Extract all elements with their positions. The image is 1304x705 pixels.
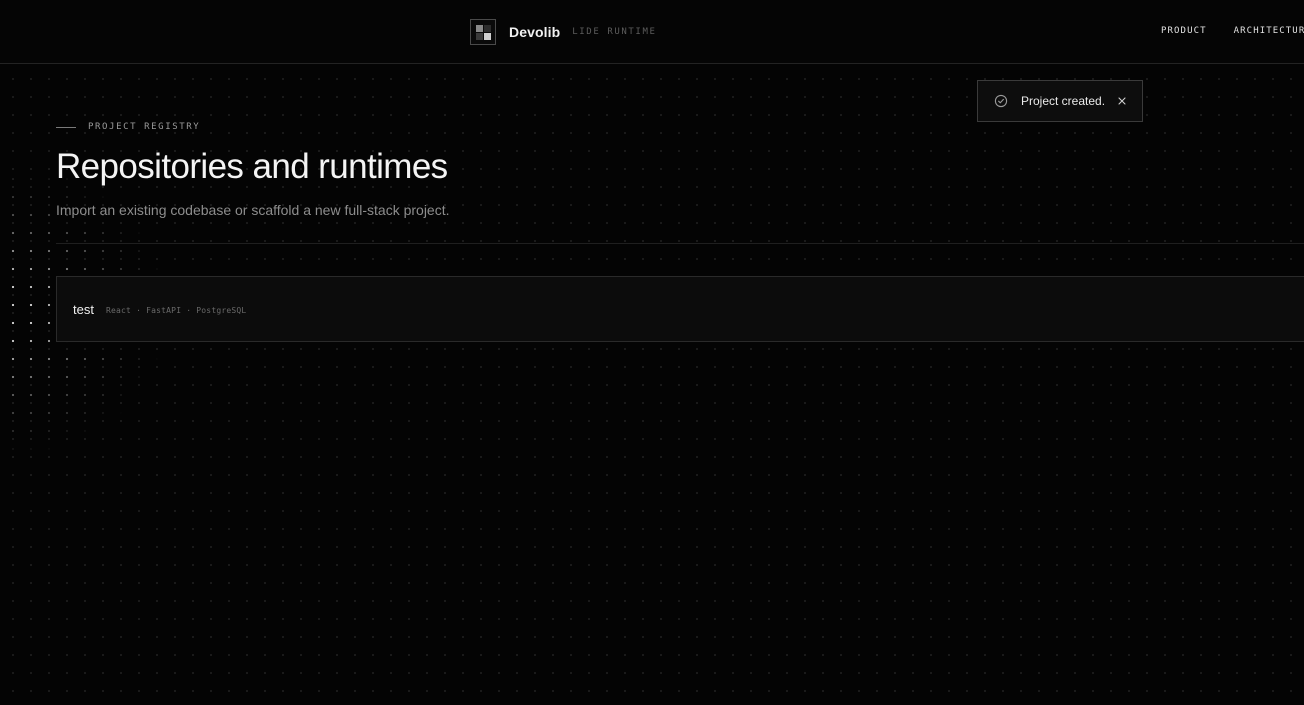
main-nav: PRODUCT ARCHITECTURE	[1161, 26, 1304, 36]
project-stack: React · FastAPI · PostgreSQL	[105, 306, 247, 315]
brand[interactable]: Devolib LIDE RUNTIME	[470, 17, 657, 46]
check-circle-icon	[994, 94, 1008, 108]
app-page: Devolib LIDE RUNTIME PRODUCT ARCHITECTUR…	[0, 0, 1304, 705]
brand-tag: LIDE RUNTIME	[572, 26, 657, 37]
top-bar: Devolib LIDE RUNTIME PRODUCT ARCHITECTUR…	[0, 0, 1304, 64]
eyebrow-rule	[56, 126, 76, 128]
brand-name: Devolib	[509, 23, 561, 40]
toast-message: Project created.	[1021, 94, 1106, 108]
toast-notification: Project created.	[977, 80, 1143, 122]
page-subtitle: Import an existing codebase or scaffold …	[56, 202, 450, 218]
project-name: test	[73, 301, 94, 317]
section-divider	[56, 243, 1304, 244]
nav-product-link[interactable]: PRODUCT	[1161, 26, 1207, 36]
logo-icon	[470, 18, 496, 45]
page-title: Repositories and runtimes	[56, 147, 448, 186]
eyebrow-label: PROJECT REGISTRY	[88, 122, 201, 132]
close-icon[interactable]	[1117, 96, 1127, 106]
project-card[interactable]: test React · FastAPI · PostgreSQL	[56, 276, 1304, 342]
section-eyebrow: PROJECT REGISTRY	[56, 122, 200, 132]
nav-architecture-link[interactable]: ARCHITECTURE	[1234, 26, 1304, 36]
